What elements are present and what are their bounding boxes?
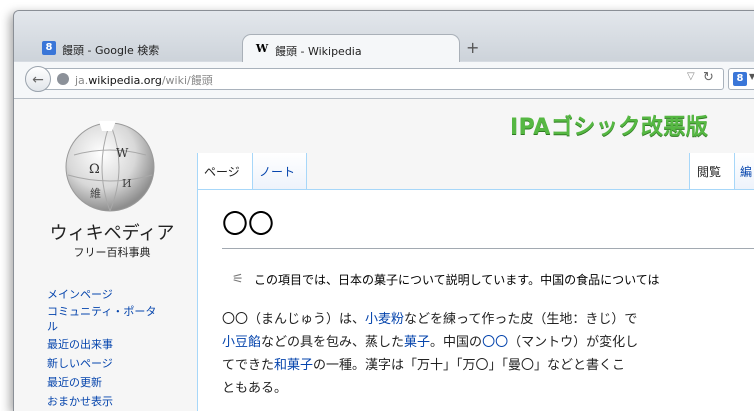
hatnote: この項目では、日本の菓子について説明しています。中国の食品については [254, 273, 660, 287]
google-favicon-icon: 8 [42, 41, 56, 55]
back-button[interactable]: ← [25, 66, 51, 92]
title-divider [222, 248, 754, 249]
sidebar-item-recent-changes[interactable]: 最近の更新 [47, 375, 102, 390]
google-search-icon: 8 [733, 72, 747, 86]
tab-read[interactable]: 閲覧 [689, 153, 734, 189]
article-line: 〇〇（まんじゅう）は、小麦粉などを練って作った皮（生地：きじ）で [222, 308, 742, 331]
article-body: 〇〇 ⚟ この項目では、日本の菓子について説明しています。中国の食品については … [197, 189, 754, 411]
globe-glyph: 維 [90, 187, 101, 200]
url-bar[interactable]: ja.wikipedia.org/wiki/饅頭 ▽ ↻ [44, 68, 724, 90]
tab-strip: 8 饅頭 - Google 検索 W 饅頭 - Wikipedia + [14, 11, 754, 63]
article-link[interactable]: 〇〇 [482, 335, 508, 350]
tab-page[interactable]: ページ [197, 153, 252, 189]
wikipedia-globe-logo[interactable]: Ω W 維 И [54, 115, 166, 215]
article-link[interactable]: 和菓子 [274, 358, 313, 373]
browser-window: 8 饅頭 - Google 検索 W 饅頭 - Wikipedia + ja.w… [13, 10, 754, 411]
reload-icon[interactable]: ↻ [703, 70, 714, 85]
article-link[interactable]: 菓子 [404, 335, 430, 350]
article-link[interactable]: 小豆餡 [222, 335, 261, 350]
wikipedia-favicon-icon: W [255, 42, 269, 55]
sidebar-item-main-page[interactable]: メインページ [47, 287, 113, 302]
sidebar-item-community-portal-cont[interactable]: ル [47, 319, 58, 334]
site-name[interactable]: ウィキペディア [32, 219, 192, 245]
globe-icon [57, 73, 69, 85]
globe-glyph: Ω [89, 162, 100, 177]
sidebar-item-random-article[interactable]: おまかせ表示 [47, 394, 113, 409]
article-line: てできた和菓子の一種。漢字は「万十」「万〇」「曼〇」などと書くこ [222, 354, 742, 377]
search-engine-box[interactable]: 8 ▼ [728, 68, 754, 90]
tab-wikipedia[interactable]: W 饅頭 - Wikipedia [242, 34, 460, 63]
tab-label: 閲覧 [697, 165, 722, 179]
tab-title: 饅頭 - Google 検索 [62, 44, 160, 57]
new-tab-button[interactable]: + [466, 38, 479, 57]
article-text: てできた [222, 358, 275, 373]
sidebar-item-current-events[interactable]: 最近の出来事 [47, 337, 113, 352]
disambiguation-icon: ⚟ [232, 272, 244, 287]
article-text: （マントウ）が変化し [508, 335, 639, 350]
tab-title: 饅頭 - Wikipedia [275, 45, 362, 58]
article-paragraph: 〇〇（まんじゅう）は、小麦粉などを練って作った皮（生地：きじ）で 小豆餡などの具を… [222, 308, 742, 400]
chevron-down-icon: ▼ [749, 72, 754, 81]
tab-label: ノート [259, 165, 296, 179]
tab-google-search[interactable]: 8 饅頭 - Google 検索 [34, 34, 239, 62]
sidebar-item-new-pages[interactable]: 新しいページ [47, 356, 113, 371]
globe-glyph: W [116, 146, 129, 160]
back-arrow-icon: ← [32, 72, 44, 88]
tab-label: 編 [740, 165, 753, 179]
page-title: 〇〇 [222, 210, 275, 240]
article-text: の一種。漢字は「万十」「万〇」「曼〇」などと書くこ [313, 358, 626, 373]
article-text: ともある。 [222, 381, 288, 396]
sidebar-item-community-portal[interactable]: コミュニティ・ポータ [47, 304, 156, 319]
tab-edit[interactable]: 編 [734, 153, 754, 189]
url-text: ja.wikipedia.org/wiki/饅頭 [75, 74, 213, 87]
article-text: などの具を包み、蒸した [261, 335, 405, 350]
url-dropdown-icon[interactable]: ▽ [687, 71, 695, 82]
article-link[interactable]: 小麦粉 [365, 312, 404, 327]
tab-talk[interactable]: ノート [252, 153, 307, 189]
article-line: ともある。 [222, 377, 742, 400]
tab-label: ページ [204, 165, 240, 179]
page-content: Ω W 維 И ウィキペディア フリー百科事典 メインページ コミュニティ・ポー… [14, 99, 754, 411]
globe-glyph: И [122, 177, 132, 190]
navigation-bar: ja.wikipedia.org/wiki/饅頭 ▽ ↻ ← 8 ▼ [14, 62, 754, 99]
article-text: などを練って作った皮（生地：きじ）で [404, 312, 638, 327]
font-overlay-caption: IPAゴシック改悪版 [510, 115, 709, 140]
article-text: 〇〇（まんじゅう）は、 [222, 312, 366, 327]
site-tagline: フリー百科事典 [73, 246, 151, 259]
article-text: 。中国の [430, 335, 483, 350]
article-line: 小豆餡などの具を包み、蒸した菓子。中国の〇〇（マントウ）が変化し [222, 331, 742, 354]
